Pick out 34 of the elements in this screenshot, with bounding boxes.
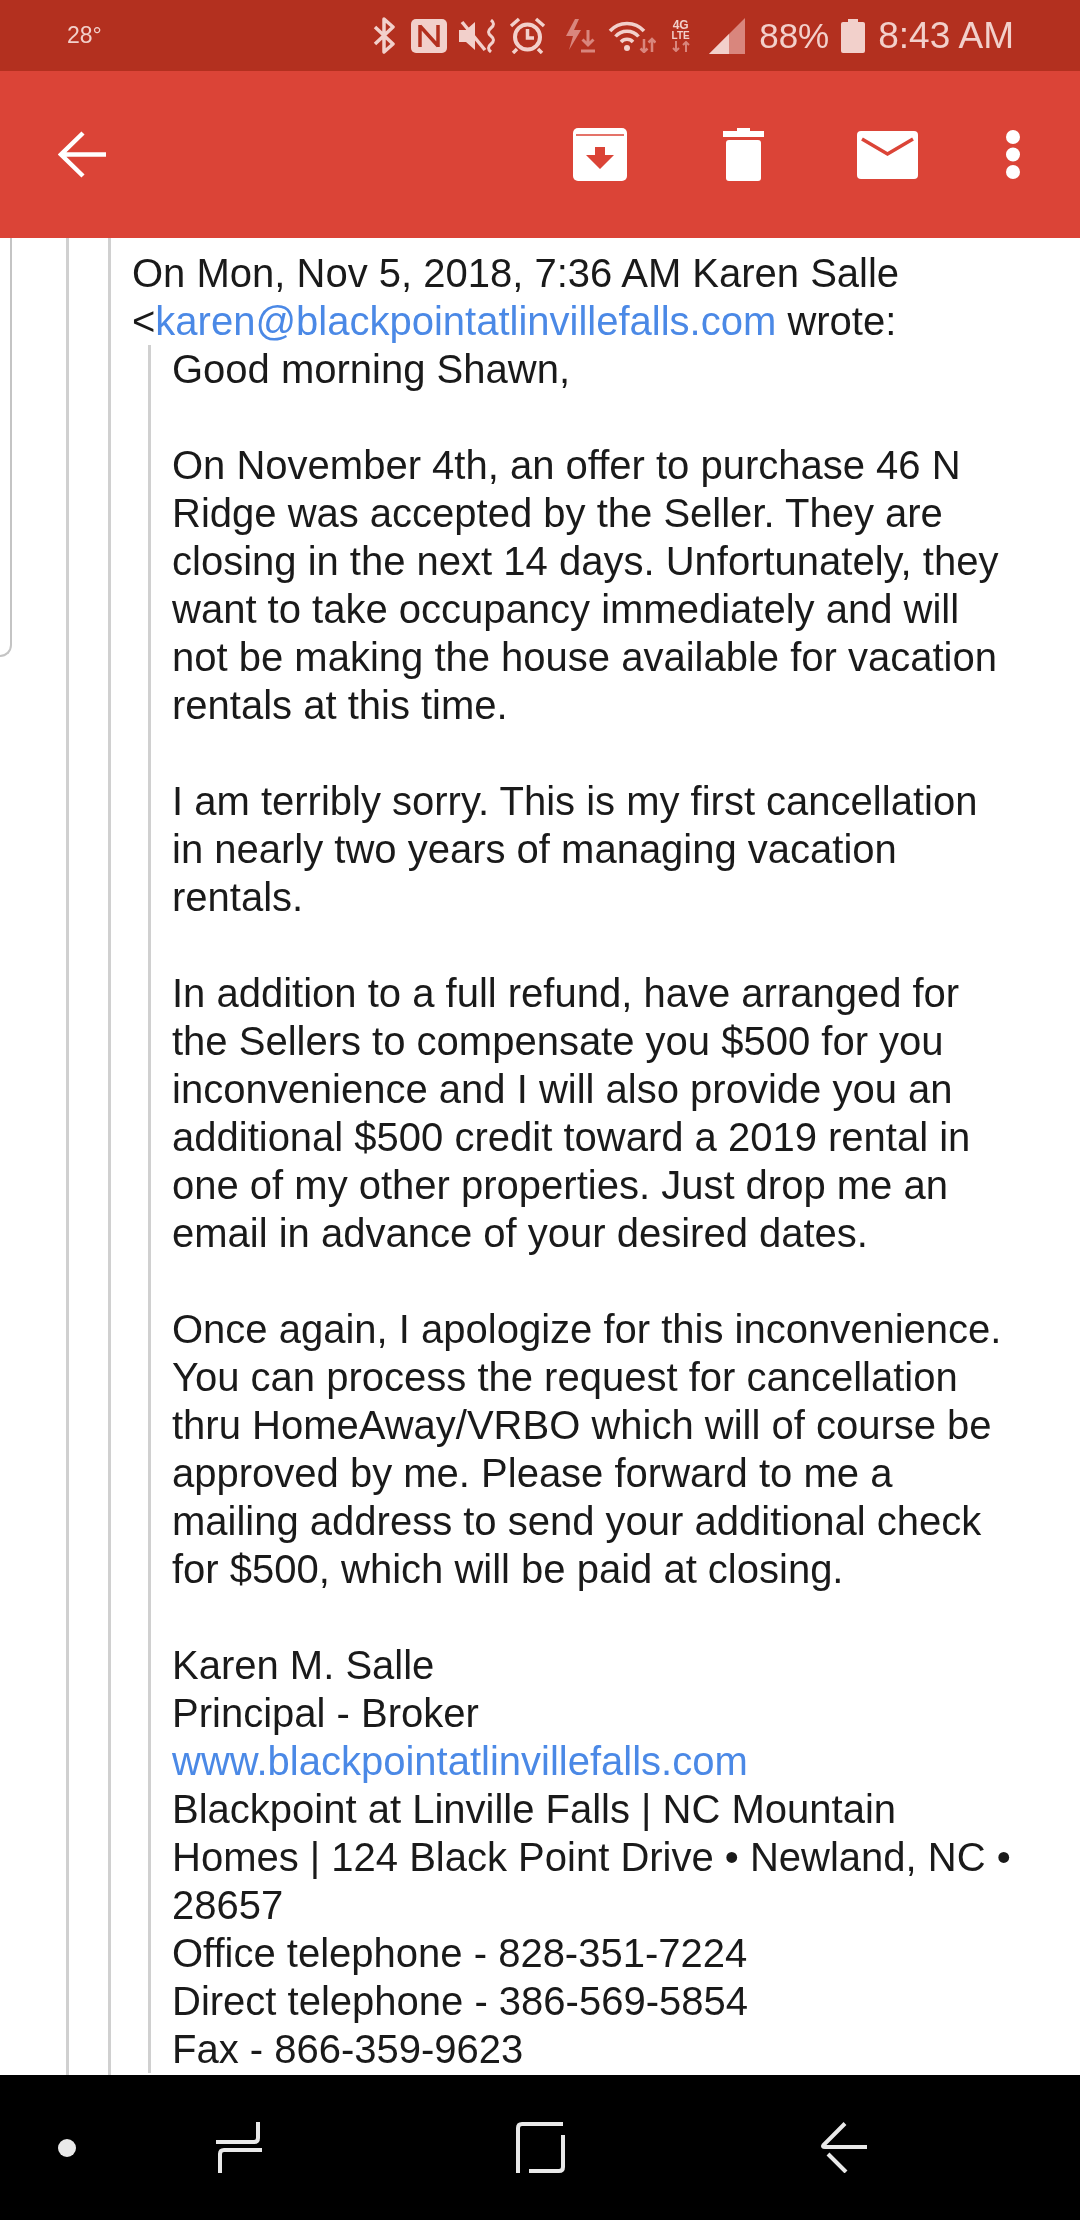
- archive-icon[interactable]: [573, 128, 627, 181]
- data-arrows-icon: [670, 40, 691, 52]
- signal-icon: [709, 17, 746, 54]
- alarm-clock-icon: [509, 17, 547, 54]
- paragraph: In addition to a full refund, have arranged for the Sellers to compensate you $500 for you inconvenience and I will also provide you an additional $500 credit toward a 2019 rental in one of my other properties. Just drop me an email in advance of your desired dates.: [172, 970, 972, 1257]
- paragraph: On November 4th, an offer to purchase 46 N Ridge was accepted by the Seller. They are closing in the next 14 days. Unfortunately, they want to take occupancy immediately and will not be making the house available for vacation rentals at this time.: [172, 442, 1000, 729]
- contact-line: Direct telephone - 386-569-5854: [172, 1978, 749, 2025]
- home-icon[interactable]: [516, 2122, 565, 2173]
- signature-title: Principal - Broker: [172, 1690, 480, 1737]
- nfc-icon: [411, 18, 448, 53]
- email-link[interactable]: karen@blackpointatlinvillefalls.com: [155, 299, 777, 343]
- battery-icon: [841, 18, 866, 53]
- network-type: LTE: [671, 30, 690, 41]
- quote-header: On Mon, Nov 5, 2018, 7:36 AM Karen Salle <karen@blackpointatlinvillefalls.com wrote:: [132, 250, 901, 345]
- website-link[interactable]: www.blackpointatlinvillefalls.com: [172, 1737, 748, 1785]
- contact-line: Office telephone - 828-351-7224: [172, 1930, 749, 1977]
- paragraph: Once again, I apologize for this inconvenience. You can process the request for cancellation thru HomeAway/VRBO which will of course be approved by me. Please forward to me a mailing address to send your additional check for $500, which will be paid at closing.: [172, 1306, 1003, 1593]
- greeting: Good morning Shawn,: [172, 346, 571, 393]
- battery-percentage: 88%: [759, 18, 830, 53]
- dot-icon[interactable]: [58, 2138, 76, 2157]
- mail-icon[interactable]: [857, 130, 918, 179]
- recent-apps-icon[interactable]: [216, 2122, 262, 2173]
- bolt-download-icon: [564, 18, 598, 53]
- trash-icon[interactable]: [723, 128, 764, 181]
- signature-address: Blackpoint at Linville Falls | NC Mountain Homes | 124 Black Point Drive • Newland, NC • 28657: [172, 1786, 1012, 1929]
- more-options-icon[interactable]: [1005, 130, 1021, 179]
- network-type: 4G: [672, 19, 689, 31]
- signature-name: Karen M. Salle: [172, 1642, 436, 1689]
- paragraph: I am terribly sorry. This is my first cancellation in nearly two years of managing vacation rentals.: [172, 778, 979, 921]
- clock: 8:43 AM: [878, 17, 1014, 54]
- bluetooth-icon: [372, 17, 398, 54]
- temperature: 28°: [67, 24, 102, 47]
- contact-line: Fax - 866-359-9623: [172, 2026, 525, 2073]
- back-icon[interactable]: [820, 2122, 867, 2173]
